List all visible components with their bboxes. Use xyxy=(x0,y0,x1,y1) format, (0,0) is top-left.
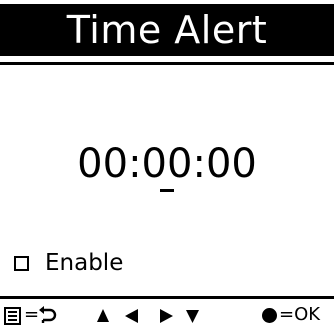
title-bar: Time Alert xyxy=(0,4,334,56)
ok-label: =OK xyxy=(279,304,321,325)
ok-hint: =OK xyxy=(262,302,320,328)
enable-checkbox[interactable] xyxy=(14,255,29,271)
left-arrow-icon xyxy=(125,309,138,323)
menu-equals-label: = xyxy=(24,304,40,325)
back-icon xyxy=(39,306,57,323)
seconds-field[interactable]: 00 xyxy=(206,138,257,190)
enable-option[interactable]: Enable xyxy=(14,248,123,278)
title-divider xyxy=(0,62,334,65)
hours-field[interactable]: 00 xyxy=(77,138,128,190)
page-title: Time Alert xyxy=(66,8,268,52)
down-arrow-icon xyxy=(186,310,199,323)
navigation-arrows xyxy=(97,309,199,323)
time-display[interactable]: 00:00:00 xyxy=(0,138,334,192)
help-divider xyxy=(0,296,334,299)
key-help-bar: = =OK xyxy=(0,302,334,328)
up-arrow-icon xyxy=(97,309,109,322)
right-arrow-icon xyxy=(160,309,173,323)
menu-icon xyxy=(4,307,21,325)
time-separator: : xyxy=(128,141,142,187)
time-separator: : xyxy=(192,141,206,187)
ok-button-icon xyxy=(262,307,277,323)
minutes-field[interactable]: 00 xyxy=(142,138,192,192)
enable-label: Enable xyxy=(45,250,124,276)
